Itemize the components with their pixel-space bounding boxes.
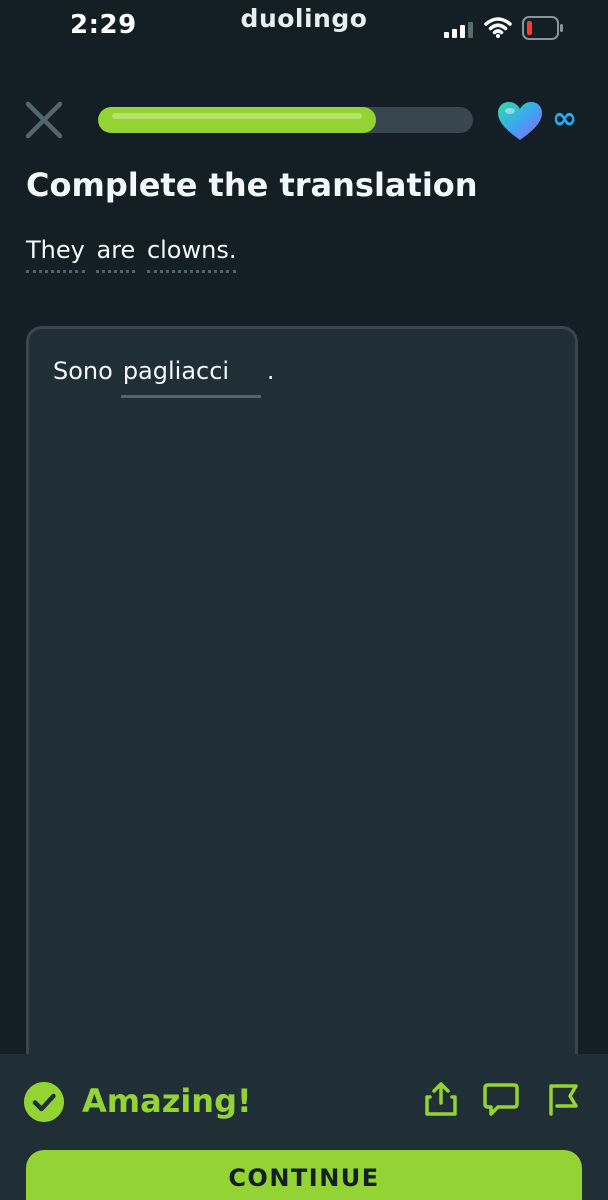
comment-icon[interactable] xyxy=(482,1080,520,1118)
report-flag-icon[interactable] xyxy=(544,1080,582,1118)
prompt-sentence: They are clowns. xyxy=(26,236,240,273)
continue-button[interactable]: CONTINUE xyxy=(26,1150,582,1200)
answer-sentence: Sono pagliacci. xyxy=(53,357,274,398)
lesson-screen: 2:29 duolingo ∞ Complete the translation… xyxy=(0,0,608,1200)
answer-suffix: . xyxy=(266,357,275,385)
prompt-word[interactable]: They xyxy=(26,236,85,273)
answer-prefix: Sono xyxy=(53,357,113,385)
feedback-message: Amazing! xyxy=(82,1082,252,1120)
unlimited-hearts-label: ∞ xyxy=(552,101,577,136)
wifi-icon xyxy=(484,17,512,38)
lesson-progress-bar xyxy=(98,107,473,133)
prompt-word[interactable]: are xyxy=(96,236,136,273)
answer-blank-input[interactable]: pagliacci xyxy=(120,357,261,398)
carrier-label: duolingo xyxy=(240,4,368,33)
feedback-panel: Amazing! CONTINUE xyxy=(0,1054,608,1200)
lesson-progress-fill xyxy=(98,107,376,133)
continue-button-label: CONTINUE xyxy=(228,1164,380,1192)
heart-icon xyxy=(498,102,542,140)
cellular-signal-icon xyxy=(444,22,473,38)
answer-box: Sono pagliacci. xyxy=(26,326,578,1086)
battery-low-icon xyxy=(522,16,563,40)
prompt-word[interactable]: clowns. xyxy=(146,236,237,273)
share-icon[interactable] xyxy=(422,1080,460,1118)
exercise-title: Complete the translation xyxy=(26,166,478,204)
status-bar: 2:29 duolingo xyxy=(0,0,608,56)
close-icon[interactable] xyxy=(24,100,64,140)
checkmark-icon xyxy=(24,1082,64,1122)
progress-shine xyxy=(112,113,362,119)
